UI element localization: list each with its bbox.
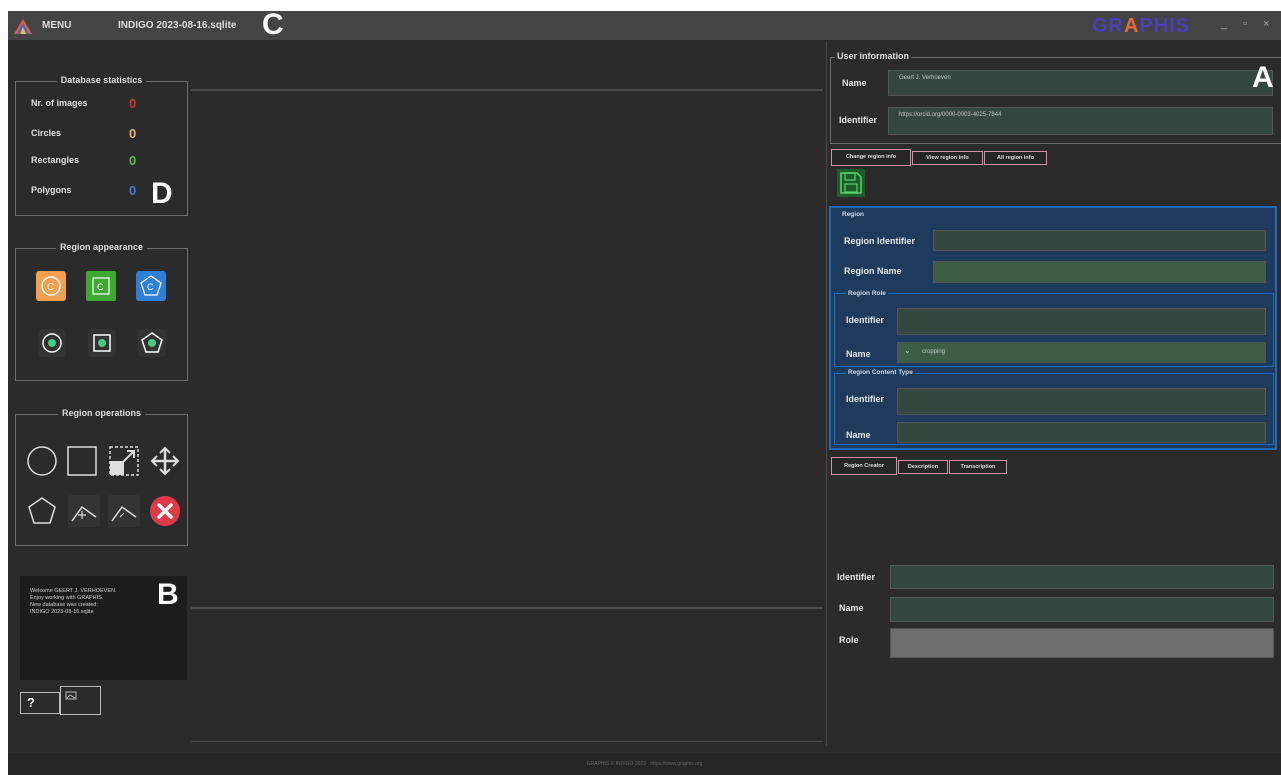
- title-bar: MENU INDIGO 2023-08-16.sqlite C GRAPHIS …: [8, 11, 1281, 40]
- region-role-name-label: Name: [846, 349, 871, 359]
- region-name-field[interactable]: [933, 261, 1266, 283]
- annotation-b: B: [157, 578, 179, 611]
- canvas-bottom-border: [191, 607, 823, 609]
- tab-change-region-info[interactable]: Change region info: [831, 149, 911, 166]
- region-role-identifier-field[interactable]: [897, 308, 1266, 335]
- region-appearance-title: Region appearance: [55, 242, 148, 252]
- draw-polygon-icon[interactable]: [26, 495, 58, 527]
- svg-text:C: C: [147, 282, 154, 292]
- graphis-logo-icon: [14, 19, 32, 34]
- circle-appearance-icon[interactable]: [38, 329, 66, 357]
- user-identifier-value: https://orcid.org/0000-0003-4025-7844: [899, 112, 1002, 118]
- stat-label-circles: Circles: [31, 128, 62, 138]
- region-content-identifier-label: Identifier: [846, 394, 885, 404]
- maximize-icon[interactable]: ▫: [1243, 18, 1247, 30]
- delete-region-icon[interactable]: [149, 495, 181, 527]
- region-content-name-field[interactable]: [897, 422, 1266, 443]
- circle-fill-color-icon[interactable]: C: [36, 271, 66, 301]
- app-window: MENU INDIGO 2023-08-16.sqlite C GRAPHIS …: [8, 11, 1281, 775]
- stat-value-rectangles: 0: [129, 153, 137, 168]
- database-statistics-title: Database statistics: [56, 75, 147, 85]
- creator-role-field[interactable]: [890, 628, 1274, 658]
- annotation-c: C: [262, 11, 284, 41]
- region-name-label: Region Name: [844, 266, 902, 276]
- region-content-name-label: Name: [846, 430, 871, 440]
- stat-value-images: 0: [129, 96, 137, 111]
- user-name-label: Name: [842, 78, 867, 88]
- help-button[interactable]: ?: [20, 692, 60, 714]
- remove-vertex-icon[interactable]: [108, 495, 140, 527]
- creator-role-label: Role: [839, 635, 859, 645]
- resize-region-icon[interactable]: [108, 445, 140, 477]
- tab-description[interactable]: Description: [898, 460, 948, 474]
- region-title: Region: [842, 211, 865, 218]
- brand-logo: GRAPHIS: [1092, 15, 1190, 38]
- draw-rectangle-icon[interactable]: [66, 445, 98, 477]
- tab-all-region-info[interactable]: All region info: [984, 151, 1047, 165]
- rectangle-appearance-icon[interactable]: [88, 329, 116, 357]
- svg-text:C: C: [97, 282, 104, 292]
- canvas-top-border: [191, 89, 823, 91]
- close-icon[interactable]: ×: [1263, 18, 1269, 30]
- creator-name-label: Name: [839, 603, 864, 613]
- creator-name-field[interactable]: [890, 597, 1274, 622]
- user-name-value: Geert J. Verhoeven: [899, 75, 951, 81]
- tab-region-creator[interactable]: Region Creator: [831, 457, 897, 475]
- stat-label-polygons: Polygons: [31, 185, 72, 195]
- stat-value-circles: 0: [129, 126, 137, 141]
- add-vertex-icon[interactable]: [68, 495, 100, 527]
- creator-identifier-field[interactable]: [890, 565, 1274, 589]
- region-operations-group: Region operations: [15, 408, 188, 546]
- region-role-name-select[interactable]: ⌄ cropping: [897, 342, 1266, 363]
- draw-circle-icon[interactable]: [26, 445, 58, 477]
- database-name: INDIGO 2023-08-16.sqlite: [118, 20, 237, 31]
- region-identifier-label: Region Identifier: [844, 236, 916, 246]
- user-identifier-field[interactable]: https://orcid.org/0000-0003-4025-7844: [888, 107, 1273, 135]
- region-role-title: Region Role: [846, 290, 888, 297]
- annotation-a: A: [1252, 61, 1274, 94]
- database-statistics-group: Database statistics Nr. of images 0 Circ…: [15, 75, 188, 216]
- menu-button[interactable]: MENU: [42, 20, 71, 31]
- tab-transcription[interactable]: Transcription: [949, 460, 1007, 474]
- brand-text-b: PHIS: [1139, 15, 1191, 37]
- chevron-down-icon: ⌄: [904, 346, 911, 355]
- polygon-appearance-icon[interactable]: [138, 329, 166, 357]
- region-identifier-field[interactable]: [933, 230, 1266, 251]
- rectangle-fill-color-icon[interactable]: C: [86, 271, 116, 301]
- message-log: Welcome GEERT J. VERHOEVEN. Enjoy workin…: [20, 576, 187, 680]
- stat-value-polygons: 0: [129, 183, 137, 198]
- polygon-fill-color-icon[interactable]: C: [136, 271, 166, 301]
- brand-accent-icon: A: [1124, 15, 1140, 37]
- brand-text-a: GR: [1092, 15, 1124, 37]
- region-role-name-value: cropping: [922, 349, 946, 355]
- stat-label-rectangles: Rectangles: [31, 155, 80, 165]
- status-footer: GRAPHIS © INDIGO 2023 · https://www.grap…: [8, 753, 1281, 775]
- annotation-d: D: [151, 177, 173, 210]
- user-name-field[interactable]: Geert J. Verhoeven: [888, 70, 1273, 96]
- region-role-identifier-label: Identifier: [846, 315, 885, 325]
- user-information-title: User information: [835, 51, 912, 61]
- stat-label-images: Nr. of images: [31, 98, 88, 108]
- right-panel-divider: [826, 41, 827, 746]
- log-bottom-border: [191, 741, 823, 742]
- region-appearance-group: Region appearance C C C: [15, 242, 188, 381]
- region-content-type-title: Region Content Type: [846, 369, 915, 376]
- creator-identifier-label: Identifier: [837, 572, 876, 582]
- user-identifier-label: Identifier: [839, 115, 878, 125]
- tab-view-region-info[interactable]: View region info: [912, 151, 983, 165]
- save-icon[interactable]: [837, 169, 865, 197]
- minimize-icon[interactable]: _: [1221, 18, 1227, 30]
- image-viewer-icon[interactable]: [60, 686, 101, 715]
- move-region-icon[interactable]: [149, 445, 181, 477]
- region-content-identifier-field[interactable]: [897, 388, 1266, 415]
- region-operations-title: Region operations: [57, 408, 145, 418]
- svg-text:C: C: [47, 282, 54, 293]
